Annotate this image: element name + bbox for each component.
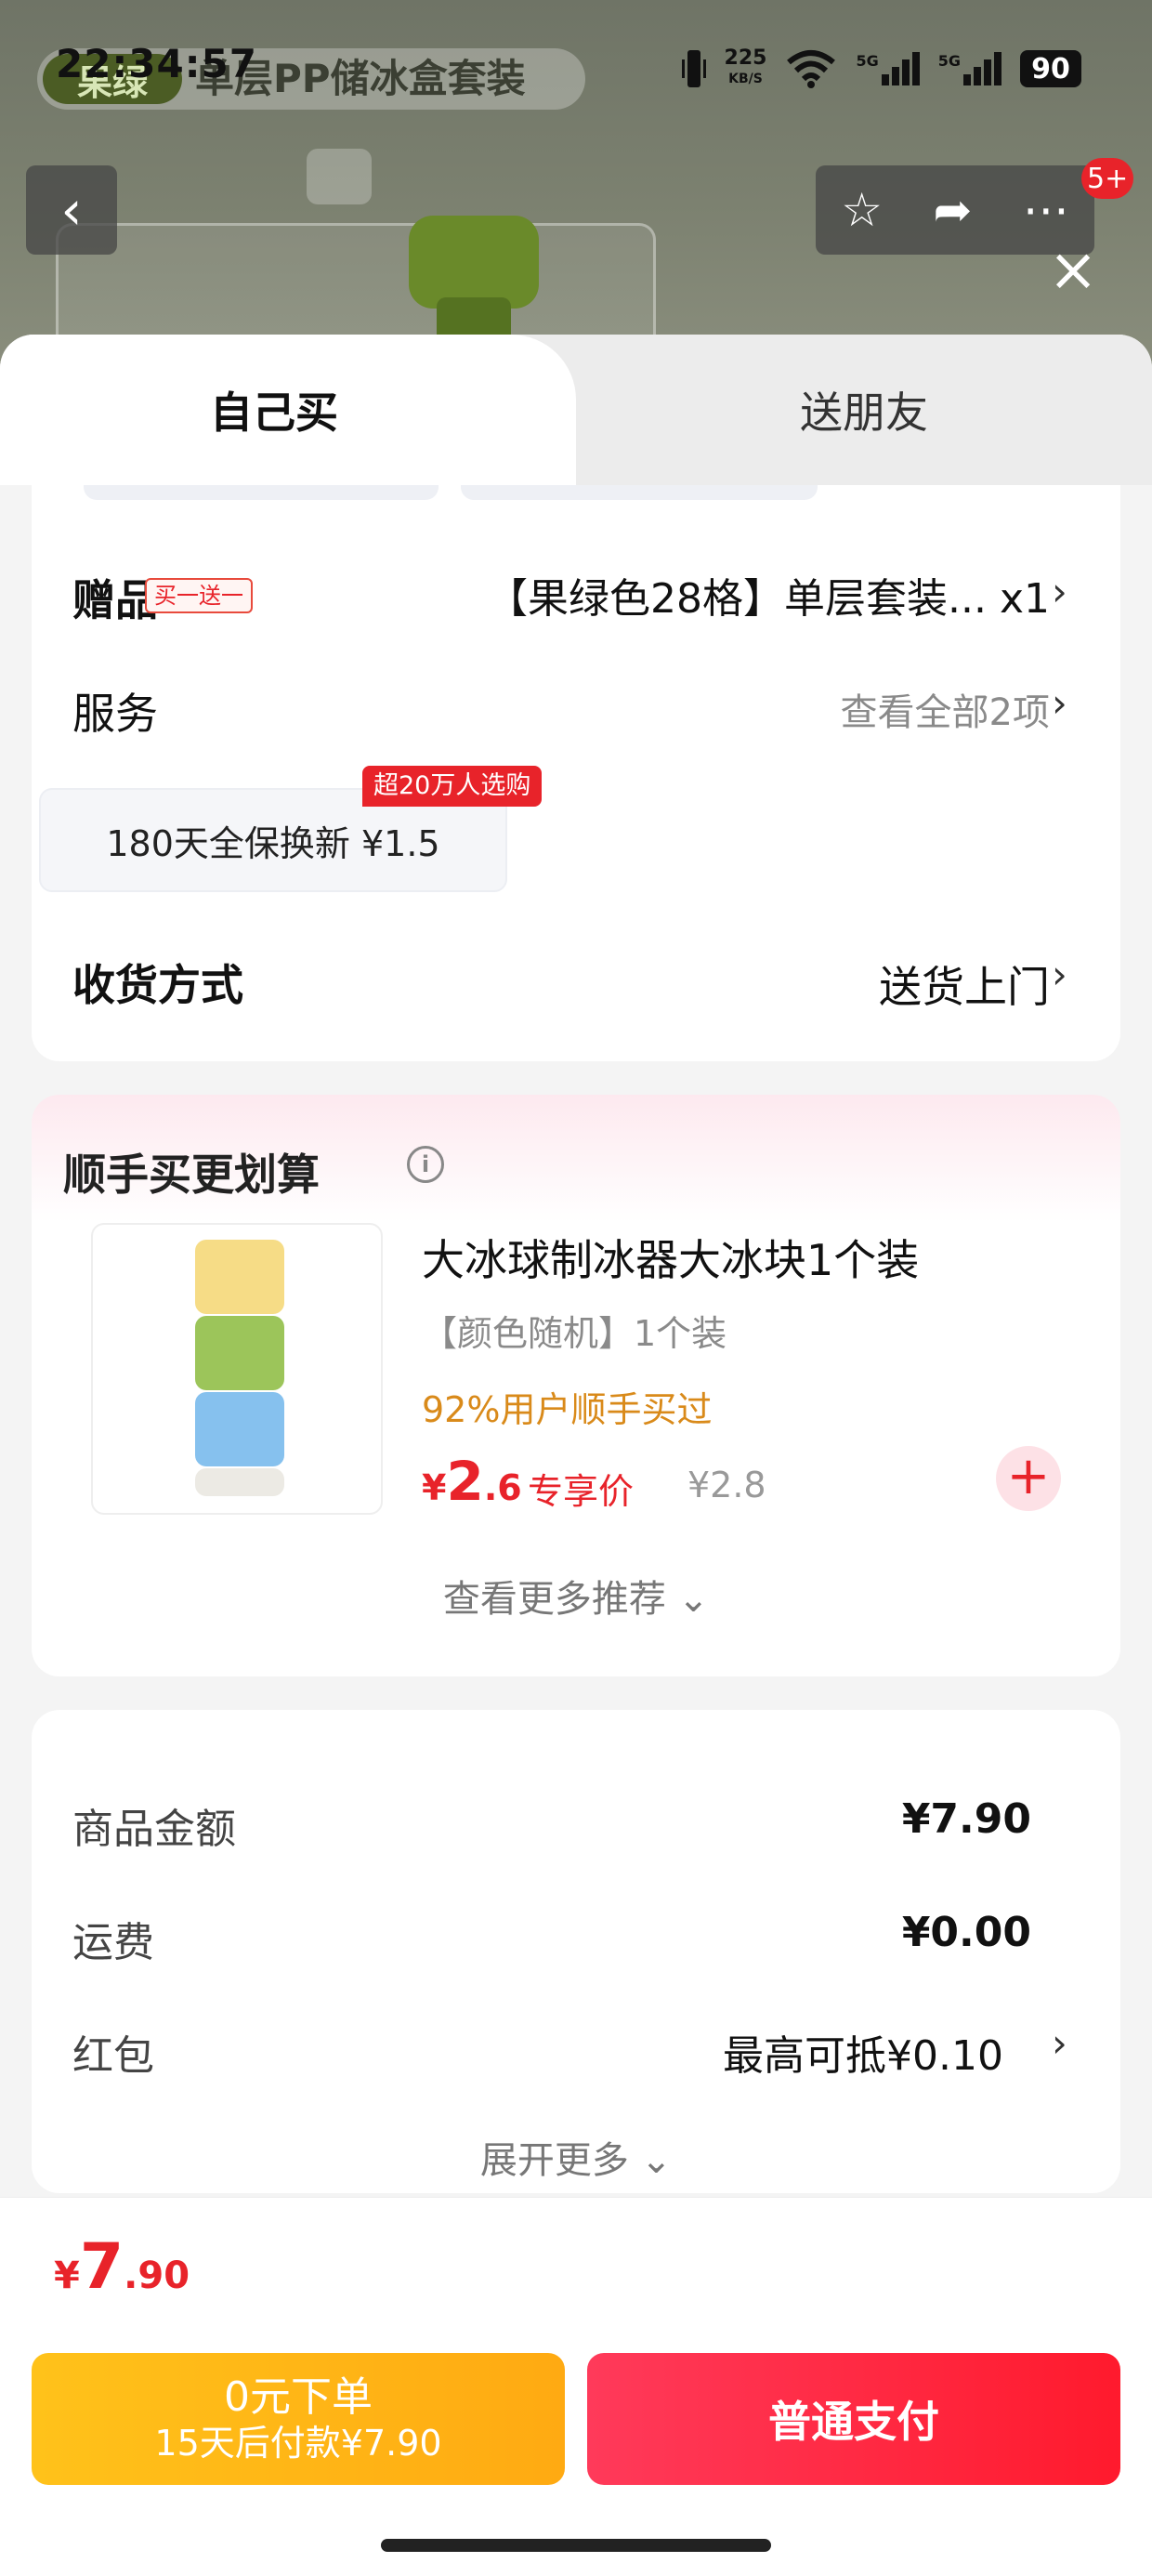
message-count-badge: 5+ bbox=[1081, 158, 1134, 199]
total-price: ¥7.90 bbox=[54, 2230, 190, 2304]
gift-promo-tag: 买一送一 bbox=[145, 578, 253, 613]
upsell-item-social-proof: 92%用户顺手买过 bbox=[422, 1389, 713, 1430]
wifi-icon bbox=[787, 50, 836, 88]
purchase-tabs: 送朋友 自己买 bbox=[0, 335, 1152, 485]
service-popular-badge: 超20万人选购 bbox=[362, 766, 543, 807]
delivery-value[interactable]: 送货上门 bbox=[879, 953, 1050, 1015]
pay-later-button[interactable]: 0元下单 15天后付款¥7.90 bbox=[32, 2353, 565, 2485]
summary-label-shipping: 运费 bbox=[72, 1919, 154, 1966]
see-more-recommendations[interactable]: 查看更多推荐 ⌄ bbox=[0, 1569, 1152, 1623]
option-chip-partial[interactable] bbox=[84, 485, 439, 500]
service-label: 服务 bbox=[72, 689, 158, 739]
expand-more[interactable]: 展开更多 ⌄ bbox=[0, 2130, 1152, 2184]
upsell-price-label: 专享价 bbox=[528, 1471, 635, 1512]
chevron-right-icon[interactable]: › bbox=[1052, 952, 1067, 997]
signal-icon-2: 5G bbox=[938, 52, 1001, 85]
chevron-right-icon[interactable]: › bbox=[1052, 2020, 1067, 2066]
home-indicator[interactable] bbox=[381, 2539, 771, 2552]
pay-later-title: 0元下单 bbox=[224, 2373, 373, 2421]
product-image-cube bbox=[307, 149, 372, 204]
summary-label-goods: 商品金额 bbox=[72, 1806, 236, 1853]
summary-value-goods: ¥7.90 bbox=[901, 1795, 1031, 1843]
back-button[interactable]: ‹ bbox=[26, 165, 117, 255]
tub-green bbox=[195, 1316, 284, 1390]
more-icon[interactable]: ⋯ bbox=[1023, 183, 1069, 237]
upsell-item-name[interactable]: 大冰球制冰器大冰块1个装 bbox=[422, 1227, 919, 1288]
vibrate-icon bbox=[681, 50, 706, 87]
summary-value-shipping: ¥0.00 bbox=[901, 1909, 1031, 1956]
upsell-original-price: ¥2.8 bbox=[687, 1465, 766, 1505]
pay-now-button[interactable]: 普通支付 bbox=[587, 2353, 1120, 2485]
purchase-sheet: 送朋友 自己买 赠品 买一送一 【果绿色28格】单层套装... x1 › 服务 … bbox=[0, 335, 1152, 2576]
star-icon[interactable]: ☆ bbox=[841, 183, 883, 237]
delivery-label: 收货方式 bbox=[72, 960, 243, 1010]
upsell-title: 顺手买更划算 bbox=[63, 1150, 320, 1200]
pay-later-subtitle: 15天后付款¥7.90 bbox=[154, 2423, 442, 2464]
summary-value-redpacket[interactable]: 最高可抵¥0.10 bbox=[723, 2022, 1003, 2082]
chevron-left-icon: ‹ bbox=[60, 178, 83, 242]
gift-value[interactable]: 【果绿色28格】单层套装... x1 bbox=[487, 565, 1050, 624]
info-icon[interactable]: i bbox=[407, 1146, 444, 1183]
close-icon[interactable]: × bbox=[1041, 238, 1106, 303]
upsell-item-spec: 【颜色随机】1个装 bbox=[422, 1313, 727, 1354]
tab-buy-self[interactable]: 自己买 bbox=[0, 335, 576, 485]
net-speed: 225 KB/S bbox=[724, 46, 767, 87]
chevron-right-icon[interactable]: › bbox=[1052, 569, 1067, 614]
summary-label-redpacket: 红包 bbox=[72, 2032, 154, 2080]
tub-blue bbox=[195, 1392, 284, 1466]
add-upsell-button[interactable]: + bbox=[996, 1446, 1061, 1511]
option-chip-partial[interactable] bbox=[461, 485, 818, 500]
upsell-item-price: ¥2.6 bbox=[422, 1450, 522, 1513]
tub-yellow bbox=[195, 1240, 284, 1314]
battery-indicator: 90 bbox=[1020, 50, 1081, 87]
status-icons: 225 KB/S 5G 5G 90 bbox=[681, 43, 1081, 95]
signal-icon-1: 5G bbox=[856, 52, 920, 85]
tab-gift-friend[interactable]: 送朋友 bbox=[576, 335, 1152, 485]
service-see-all[interactable]: 查看全部2项 bbox=[841, 682, 1050, 736]
status-time: 22:34:57 bbox=[56, 41, 257, 86]
upsell-item-image[interactable] bbox=[91, 1223, 383, 1515]
product-image-knob bbox=[409, 216, 539, 309]
tub-base bbox=[195, 1468, 284, 1496]
share-icon[interactable]: ➦ bbox=[933, 183, 972, 237]
chevron-right-icon[interactable]: › bbox=[1052, 680, 1067, 726]
